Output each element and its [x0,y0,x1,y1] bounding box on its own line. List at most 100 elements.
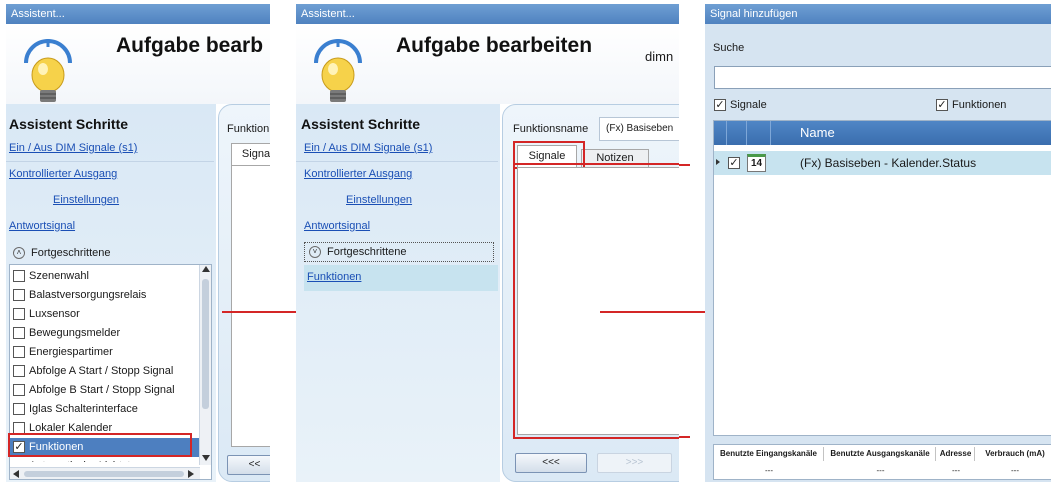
divider [6,161,214,162]
window-title: Signal hinzufügen [705,4,1051,24]
list-item-label: Luxsensor [29,308,80,320]
step-link-settings[interactable]: Einstellungen [346,194,412,206]
list-item-partial[interactable]: Automatische Lichtsteuerung [13,457,171,462]
chevron-up-icon: ˄ [13,247,25,259]
connector-line-bottom [679,436,690,438]
function-name-label: Funktionsname [513,123,589,135]
list-item-label: Energiespartimer [29,346,113,358]
checkbox-icon[interactable] [13,403,25,415]
list-item-label: Abfolge A Start / Stopp Signal [29,365,174,377]
list-item[interactable]: Abfolge B Start / Stopp Signal [13,381,175,400]
window-title: Assistent... [296,4,679,24]
filter-signals[interactable]: ✓ Signale [714,98,767,114]
tab-signals[interactable]: Signa [231,143,270,165]
step-link-response[interactable]: Antwortsignal [304,220,370,232]
next-button[interactable]: >>> [597,453,672,473]
highlight-box [8,433,192,457]
calendar-icon: 14 [747,154,766,172]
function-panel: Funktion Signa << [218,104,270,482]
header-divider [726,121,727,145]
footer-value-inputs: --- [765,466,773,475]
footer-value-consumption: --- [1011,466,1019,475]
scroll-left-icon[interactable] [13,470,19,478]
function-name-value: (Fx) Basiseben [606,123,674,134]
page-title: Aufgabe bearbeiten [396,34,593,57]
advanced-label: Fortgeschrittene [327,246,407,258]
list-item[interactable]: Iglas Schalterinterface [13,400,138,419]
footer-header-outputs: Benutzte Ausgangskanäle [825,447,936,461]
column-name-header[interactable]: Name [800,125,835,140]
checkbox-icon[interactable] [13,289,25,301]
list-item[interactable]: Balastversorgungsrelais [13,286,146,305]
footer-header-consumption: Verbrauch (mA) [985,449,1045,458]
wizard-panel-2: Assistent... Aufgabe bearbeiten dimn Ass… [296,4,679,482]
table-row[interactable]: ✓ 14 (Fx) Basiseben - Kalender.Status [714,151,1051,175]
functions-row[interactable]: Funktionen [304,265,498,291]
steps-heading: Assistent Schritte [9,116,129,132]
search-label: Suche [713,42,745,54]
list-item[interactable]: Bewegungsmelder [13,324,120,343]
functions-link[interactable]: Funktionen [307,271,361,283]
scroll-up-icon[interactable] [202,266,210,272]
footer-header-address: Adresse [937,447,975,461]
checkbox-checked-icon[interactable]: ✓ [728,157,740,169]
checkbox-icon[interactable] [13,327,25,339]
footer-header-inputs: Benutzte Eingangskanäle [714,447,824,461]
advanced-toggle[interactable]: ˅ Fortgeschrittene [304,242,494,262]
step-link-output[interactable]: Kontrollierter Ausgang [304,168,412,180]
list-item[interactable]: Luxsensor [13,305,80,324]
title-suffix: dimn [645,49,674,64]
scrollbar-thumb[interactable] [24,471,184,477]
list-item[interactable]: Energiespartimer [13,343,113,362]
checkbox-icon[interactable] [13,346,25,358]
step-link-response[interactable]: Antwortsignal [9,220,75,232]
search-input[interactable] [714,66,1051,89]
list-item-label: Szenenwahl [29,270,89,282]
steps-sidebar: Assistent Schritte Ein / Aus DIM Signale… [6,104,216,482]
scroll-right-icon[interactable] [188,470,194,478]
footer-value-address: --- [952,466,960,475]
list-item-label: Iglas Schalterinterface [29,403,138,415]
connector-line-top [679,164,690,166]
advanced-toggle[interactable]: ˄ Fortgeschrittene [9,244,212,264]
add-signal-dialog: Signal hinzufügen Suche ✓ Signale ✓ Funk… [705,4,1051,482]
checkbox-icon[interactable] [13,384,25,396]
step-link-settings[interactable]: Einstellungen [53,194,119,206]
table-header: Name [714,121,1051,145]
scrollbar-horizontal[interactable] [10,467,200,479]
step-link-signals[interactable]: Ein / Aus DIM Signale (s1) [304,142,432,154]
expand-arrow-icon[interactable] [716,159,720,165]
wizard-panel-1: Assistent... Aufgabe bearb Assistent Sch… [6,4,270,482]
back-button[interactable]: <<< [515,453,587,473]
checkbox-icon[interactable] [13,365,25,377]
function-name-field[interactable]: (Fx) Basiseben [599,117,679,141]
list-item[interactable]: Abfolge A Start / Stopp Signal [13,362,173,381]
scroll-down-icon[interactable] [202,455,210,461]
filter-functions-label: Funktionen [952,99,1007,111]
list-item[interactable]: Szenenwahl [13,267,89,286]
calendar-day: 14 [750,158,763,169]
checkbox-icon[interactable] [13,270,25,282]
scrollbar-thumb[interactable] [202,279,209,409]
checkbox-icon[interactable] [13,308,25,320]
status-footer: Benutzte Eingangskanäle Benutzte Ausgang… [713,444,1051,480]
header-divider [770,121,771,145]
checkbox-checked-icon[interactable]: ✓ [714,99,726,111]
step-link-output[interactable]: Kontrollierter Ausgang [9,168,117,180]
back-button[interactable]: << [227,455,270,475]
footer-value-outputs: --- [876,466,885,475]
page-title: Aufgabe bearb [116,34,264,57]
steps-sidebar: Assistent Schritte Ein / Aus DIM Signale… [296,104,500,482]
function-name-label: Funktion [227,123,270,135]
highlight-box [513,163,679,439]
chevron-down-icon: ˅ [309,246,321,258]
filter-signals-label: Signale [730,99,767,111]
lightbulb-icon [314,39,362,102]
scrollbar-vertical[interactable] [199,265,211,465]
filter-functions[interactable]: ✓ Funktionen [936,98,1006,114]
checkbox-checked-icon[interactable]: ✓ [936,99,948,111]
row-name: (Fx) Basiseben - Kalender.Status [800,156,977,170]
steps-heading: Assistent Schritte [301,116,421,132]
advanced-list: Szenenwahl Balastversorgungsrelais Luxsens… [8,264,212,480]
step-link-signals[interactable]: Ein / Aus DIM Signale (s1) [9,142,137,154]
